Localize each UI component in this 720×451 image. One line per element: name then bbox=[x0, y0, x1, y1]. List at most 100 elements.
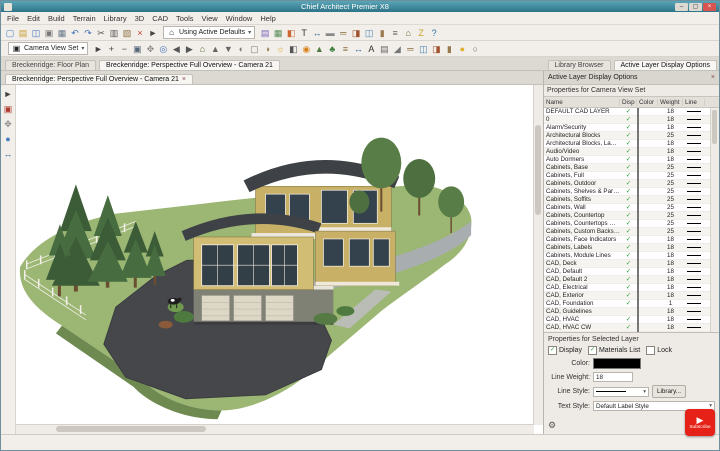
menu-view[interactable]: View bbox=[202, 14, 218, 23]
layer-weight[interactable]: 25 bbox=[658, 180, 683, 187]
redo-icon[interactable]: ↷ bbox=[82, 27, 94, 39]
vscroll-thumb[interactable] bbox=[535, 125, 541, 215]
layer-linestyle[interactable] bbox=[683, 231, 705, 232]
display-check-icon[interactable]: ✓ bbox=[620, 300, 637, 307]
layer-row[interactable]: CAD, Guidelines18 bbox=[544, 308, 710, 316]
display-check-icon[interactable]: ✓ bbox=[620, 284, 637, 291]
col-disp[interactable]: Disp bbox=[620, 99, 637, 106]
layer-row[interactable]: Auto Dormers✓18 bbox=[544, 156, 710, 164]
menu-edit[interactable]: Edit bbox=[27, 14, 40, 23]
display-check-icon[interactable]: ✓ bbox=[620, 260, 637, 267]
plant-tool-icon[interactable]: ♣ bbox=[326, 43, 338, 55]
pan-view-icon[interactable]: ✥ bbox=[144, 43, 156, 55]
layer-linestyle[interactable] bbox=[683, 295, 705, 296]
display-check-icon[interactable]: ✓ bbox=[620, 204, 637, 211]
display-check-icon[interactable]: ✓ bbox=[620, 268, 637, 275]
layer-weight[interactable]: 18 bbox=[658, 156, 683, 163]
layer-weight[interactable]: 18 bbox=[658, 260, 683, 267]
layer-linestyle[interactable] bbox=[683, 183, 705, 184]
layer-color-cell[interactable] bbox=[637, 284, 658, 291]
wall-build-icon[interactable]: ═ bbox=[404, 43, 416, 55]
delete-icon[interactable]: × bbox=[134, 27, 146, 39]
display-check-icon[interactable]: ✓ bbox=[620, 108, 637, 115]
display-check-icon[interactable]: ✓ bbox=[620, 164, 637, 171]
measure-tool-icon[interactable]: ↔ bbox=[352, 43, 364, 55]
layer-color-cell[interactable] bbox=[637, 188, 658, 195]
layer-weight[interactable]: 18 bbox=[658, 276, 683, 283]
light-fixture-icon[interactable]: ● bbox=[456, 43, 468, 55]
display-check-icon[interactable]: ✓ bbox=[620, 180, 637, 187]
layer-weight[interactable]: 25 bbox=[658, 204, 683, 211]
menu-file[interactable]: File bbox=[7, 14, 19, 23]
display-check-icon[interactable]: ✓ bbox=[620, 212, 637, 219]
floor-up-icon[interactable]: ▲ bbox=[209, 43, 221, 55]
panel-close-icon[interactable]: × bbox=[711, 74, 715, 81]
checkbox[interactable]: ✓ bbox=[588, 346, 597, 355]
layer-weight[interactable]: 1 bbox=[658, 300, 683, 307]
layer-weight[interactable]: 18 bbox=[658, 284, 683, 291]
layer-color-cell[interactable] bbox=[637, 172, 658, 179]
select-arrow-icon[interactable]: ► bbox=[92, 43, 104, 55]
layer-linestyle[interactable] bbox=[683, 327, 705, 328]
camera-view-set-dropdown[interactable]: ▣ Camera View Set ▾ bbox=[8, 42, 88, 55]
menu-build[interactable]: Build bbox=[48, 14, 65, 23]
menu-library[interactable]: Library bbox=[104, 14, 127, 23]
close-view-tab-icon[interactable]: × bbox=[182, 76, 186, 83]
display-check-icon[interactable]: ✓ bbox=[620, 252, 637, 259]
watercolor-view-icon[interactable]: ◑ bbox=[261, 43, 273, 55]
col-name[interactable]: Name bbox=[544, 99, 620, 106]
layer-row[interactable]: Cabinets, Base✓25 bbox=[544, 164, 710, 172]
layer-row[interactable]: CAD, Deck✓18 bbox=[544, 260, 710, 268]
layer-linestyle[interactable] bbox=[683, 215, 705, 216]
line-weight-input[interactable]: 18 bbox=[593, 372, 633, 382]
layer-weight[interactable]: 25 bbox=[658, 228, 683, 235]
display-check-icon[interactable]: ✓ bbox=[620, 292, 637, 299]
layer-color-cell[interactable] bbox=[637, 196, 658, 203]
layer-linestyle[interactable] bbox=[683, 191, 705, 192]
layer-color-cell[interactable] bbox=[637, 236, 658, 243]
layer-weight[interactable]: 25 bbox=[658, 188, 683, 195]
wall-tool-icon[interactable]: ═ bbox=[337, 27, 349, 39]
layer-color-cell[interactable] bbox=[637, 244, 658, 251]
settings-gear-icon[interactable]: ⚙ bbox=[548, 420, 556, 430]
layer-weight[interactable]: 25 bbox=[658, 220, 683, 227]
tool-zoom-icon[interactable]: ● bbox=[2, 133, 14, 145]
layer-row[interactable]: Cabinets, Soffits✓25 bbox=[544, 196, 710, 204]
terrain-tool-icon[interactable]: ▲ bbox=[313, 43, 325, 55]
col-weight[interactable]: Weight bbox=[658, 99, 683, 106]
layer-linestyle[interactable] bbox=[683, 279, 705, 280]
display-check-icon[interactable]: ✓ bbox=[620, 148, 637, 155]
previous-camera-icon[interactable]: ◀ bbox=[170, 43, 182, 55]
layer-linestyle[interactable] bbox=[683, 311, 705, 312]
tool-select-icon[interactable]: ► bbox=[2, 88, 14, 100]
layer-linestyle[interactable] bbox=[683, 119, 705, 120]
layer-linestyle[interactable] bbox=[683, 199, 705, 200]
display-check-icon[interactable]: ✓ bbox=[620, 236, 637, 243]
material-eyedropper-icon[interactable]: ◢ bbox=[391, 43, 403, 55]
layer-row[interactable]: Cabinets, Face Indicators✓18 bbox=[544, 236, 710, 244]
panel-scrollbar[interactable] bbox=[710, 108, 719, 332]
title-bar[interactable]: Chief Architect Premier X8 – ▢ × bbox=[1, 1, 719, 12]
annotation-tool-icon[interactable]: A bbox=[365, 43, 377, 55]
layer-row[interactable]: CAD, Foundation✓1 bbox=[544, 300, 710, 308]
layer-weight[interactable]: 18 bbox=[658, 116, 683, 123]
layer-weight[interactable]: 18 bbox=[658, 268, 683, 275]
line-style-dropdown[interactable]: ▾ bbox=[593, 387, 649, 397]
tab-breckenridge-perspective-full-overview-camera-21[interactable]: Breckenridge: Perspective Full Overview … bbox=[99, 60, 280, 70]
layer-row[interactable]: Cabinets, Full✓25 bbox=[544, 172, 710, 180]
layer-color-cell[interactable] bbox=[637, 316, 658, 323]
tool-camera-icon[interactable]: ▣ bbox=[2, 103, 14, 115]
lock-checkbox[interactable]: Lock bbox=[646, 346, 672, 355]
maximize-button[interactable]: ▢ bbox=[689, 3, 702, 11]
layer-linestyle[interactable] bbox=[683, 151, 705, 152]
layer-row[interactable]: CAD, Default✓18 bbox=[544, 268, 710, 276]
library-browser-icon[interactable]: ▤ bbox=[259, 27, 271, 39]
layer-linestyle[interactable] bbox=[683, 143, 705, 144]
layer-linestyle[interactable] bbox=[683, 255, 705, 256]
layer-weight[interactable]: 18 bbox=[658, 124, 683, 131]
layer-color-cell[interactable] bbox=[637, 156, 658, 163]
layer-row[interactable]: Cabinets, Wall✓25 bbox=[544, 204, 710, 212]
active-defaults-dropdown[interactable]: ⌂ Using Active Defaults ▾ bbox=[163, 26, 255, 39]
library-button[interactable]: Library... bbox=[652, 385, 686, 398]
layer-linestyle[interactable] bbox=[683, 239, 705, 240]
